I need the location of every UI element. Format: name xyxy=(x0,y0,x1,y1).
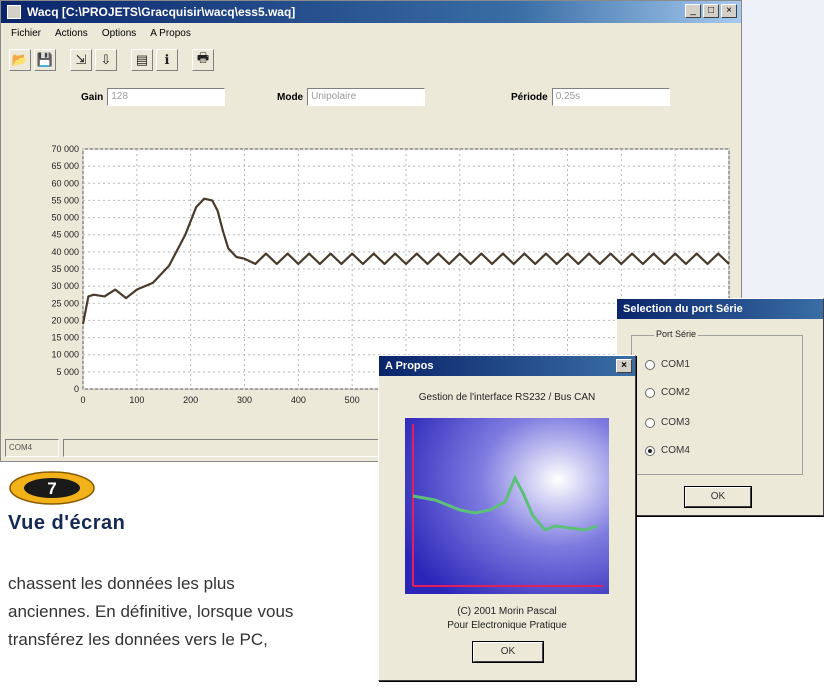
body-line-2: anciennes. En définitive, lorsque vous xyxy=(8,602,294,621)
body-text: chassent les données les plus anciennes.… xyxy=(8,570,348,654)
receive-button[interactable]: ⇲ xyxy=(70,49,92,71)
y-tick-label: 30 000 xyxy=(51,281,79,291)
open-button[interactable]: 📂 xyxy=(9,49,31,71)
port-option-com3[interactable]: COM3 xyxy=(645,417,690,428)
y-tick-label: 65 000 xyxy=(51,161,79,171)
periode-field-row: Période 0.25s xyxy=(511,87,670,107)
print-button[interactable]: 🖶 xyxy=(192,49,214,71)
badge-number: 7 xyxy=(47,479,56,498)
minimize-button[interactable]: _ xyxy=(685,4,701,18)
y-tick-label: 55 000 xyxy=(51,195,79,205)
menu-item-fichier[interactable]: Fichier xyxy=(11,25,41,43)
port-com4-label: COM4 xyxy=(661,445,690,456)
status-port: COM4 xyxy=(5,439,59,457)
port-ok-button[interactable]: OK xyxy=(685,487,751,507)
save-button[interactable]: 💾 xyxy=(34,49,56,71)
port-dialog-title: Selection du port Série xyxy=(623,303,743,315)
x-tick-label: 0 xyxy=(80,395,85,405)
body-line-1: chassent les données les plus xyxy=(8,574,235,593)
menu-item-actions[interactable]: Actions xyxy=(55,25,88,43)
y-tick-label: 5 000 xyxy=(56,367,79,377)
receive-icon: ⇲ xyxy=(75,52,87,67)
config-button[interactable]: ▤ xyxy=(131,49,153,71)
open-folder-icon: 📂 xyxy=(11,52,29,67)
about-dialog-title-bar[interactable]: A Propos × xyxy=(379,356,635,376)
y-tick-label: 10 000 xyxy=(51,350,79,360)
window-controls: _ □ × xyxy=(685,4,737,18)
gain-field[interactable]: 128 xyxy=(107,88,226,106)
about-copyright: (C) 2001 Morin Pascal xyxy=(457,606,557,617)
port-dialog-title-bar[interactable]: Selection du port Série xyxy=(617,299,823,319)
y-tick-label: 0 xyxy=(74,384,79,394)
menu-item-options[interactable]: Options xyxy=(102,25,136,43)
y-tick-label: 35 000 xyxy=(51,264,79,274)
menu-item-apropos[interactable]: A Propos xyxy=(150,25,191,43)
menu-bar: Fichier Actions Options A Propos xyxy=(1,25,191,43)
y-tick-label: 60 000 xyxy=(51,178,79,188)
x-tick-label: 100 xyxy=(129,395,144,405)
about-graph-illustration xyxy=(405,418,609,594)
gain-label: Gain xyxy=(81,91,104,103)
download-button[interactable]: ⇩ xyxy=(95,49,117,71)
download-icon: ⇩ xyxy=(100,52,112,67)
about-ok-button[interactable]: OK xyxy=(473,642,543,662)
radio-com3[interactable] xyxy=(645,417,655,428)
toolbar: 📂 💾 ⇲ ⇩ ▤ ℹ 🖶 xyxy=(9,47,214,73)
radio-com2[interactable] xyxy=(645,387,655,398)
page-background-band xyxy=(742,0,824,330)
main-title-bar[interactable]: Wacq [C:\PROJETS\Gracquisir\wacq\ess5.wa… xyxy=(1,1,741,23)
y-tick-label: 15 000 xyxy=(51,333,79,343)
mode-field[interactable]: Unipolaire xyxy=(307,88,426,106)
port-option-com1[interactable]: COM1 xyxy=(645,359,690,370)
y-tick-label: 25 000 xyxy=(51,298,79,308)
y-tick-label: 20 000 xyxy=(51,315,79,325)
mode-field-row: Mode Unipolaire xyxy=(277,87,426,107)
y-tick-label: 40 000 xyxy=(51,247,79,257)
print-icon: 🖶 xyxy=(196,50,210,65)
mode-label: Mode xyxy=(277,91,304,103)
about-dialog-title: A Propos xyxy=(385,360,434,372)
port-com3-label: COM3 xyxy=(661,417,690,428)
periode-field[interactable]: 0.25s xyxy=(551,88,670,106)
close-icon: × xyxy=(726,5,732,16)
maximize-button[interactable]: □ xyxy=(703,4,719,18)
window-title: Wacq [C:\PROJETS\Gracquisir\wacq\ess5.wa… xyxy=(27,5,296,19)
y-tick-label: 50 000 xyxy=(51,213,79,223)
about-credit: Pour Electronique Pratique xyxy=(447,620,567,631)
close-button[interactable]: × xyxy=(721,4,737,18)
figure-number-badge: 7 xyxy=(9,471,95,505)
x-tick-label: 300 xyxy=(237,395,252,405)
section-heading: Vue d'écran xyxy=(8,512,126,534)
config-icon: ▤ xyxy=(135,52,149,67)
periode-label: Période xyxy=(511,91,548,103)
info-icon: ℹ xyxy=(164,52,170,67)
x-tick-label: 200 xyxy=(183,395,198,405)
about-graph-background xyxy=(405,418,609,594)
y-tick-label: 45 000 xyxy=(51,230,79,240)
port-selection-dialog: Selection du port Série Port Série COM1 … xyxy=(616,298,824,516)
app-icon xyxy=(7,5,21,19)
about-close-button[interactable]: × xyxy=(616,359,632,373)
y-tick-label: 70 000 xyxy=(51,144,79,154)
minimize-icon: _ xyxy=(690,5,696,16)
port-option-com4[interactable]: COM4 xyxy=(645,445,690,456)
radio-com1[interactable] xyxy=(645,359,655,370)
info-button[interactable]: ℹ xyxy=(156,49,178,71)
port-com1-label: COM1 xyxy=(661,359,690,370)
about-dialog: A Propos × Gestion de l'interface RS232 … xyxy=(378,355,636,681)
about-subtitle: Gestion de l'interface RS232 / Bus CAN xyxy=(418,392,596,403)
gain-field-row: Gain 128 xyxy=(81,87,226,107)
close-icon: × xyxy=(621,360,627,371)
body-line-3: transférez les données vers le PC, xyxy=(8,630,268,649)
save-icon: 💾 xyxy=(36,52,54,67)
x-tick-label: 500 xyxy=(345,395,360,405)
port-group-label: Port Série xyxy=(654,329,699,339)
port-option-com2[interactable]: COM2 xyxy=(645,387,690,398)
radio-com4[interactable] xyxy=(645,445,655,456)
maximize-icon: □ xyxy=(707,5,715,16)
port-com2-label: COM2 xyxy=(661,387,690,398)
x-tick-label: 400 xyxy=(291,395,306,405)
